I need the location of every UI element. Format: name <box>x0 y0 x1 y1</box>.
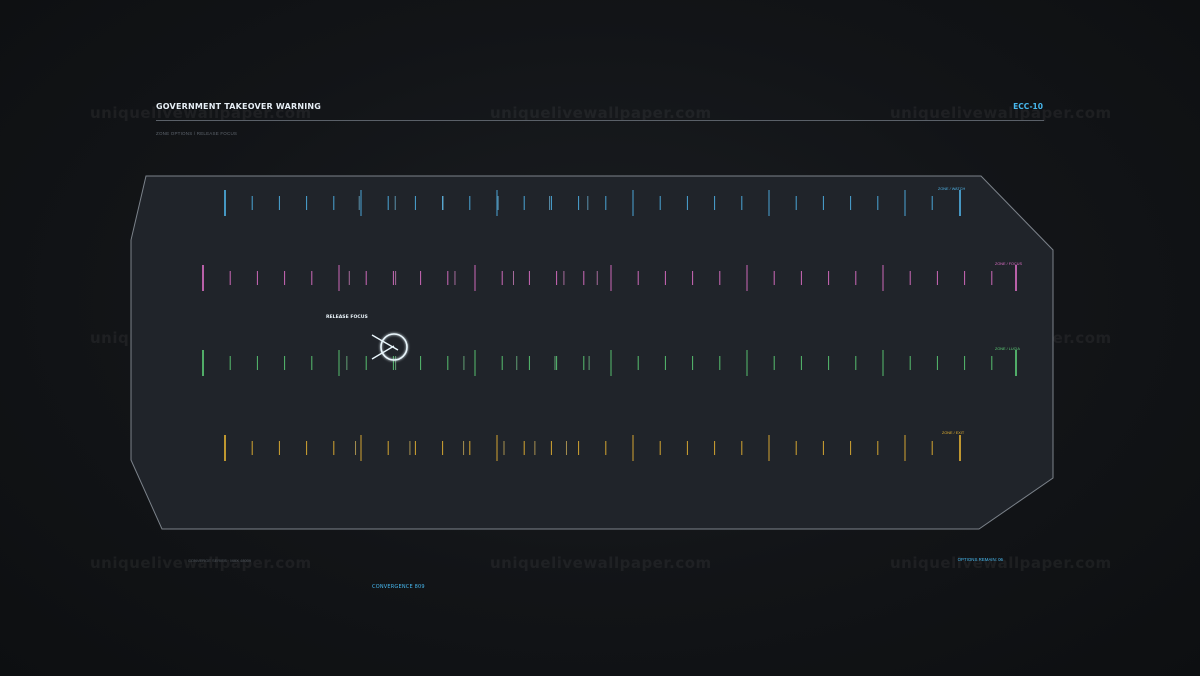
track-label-lucia: ZONE / LUCIA <box>995 347 1020 351</box>
track-label-exit: ZONE / EXIT <box>942 431 965 435</box>
footer-options: OPTIONS REMAIN: 06 <box>957 557 1003 562</box>
timeline-panel <box>130 175 1054 530</box>
track-label-focus: ZONE / FOCUS <box>995 262 1023 266</box>
release-focus-label: RELEASE FOCUS <box>326 315 368 320</box>
footer-series: CONVERGE SERIES · MAX 48009 <box>188 558 252 563</box>
convergence-readout: CONVERGENCE 809 <box>372 584 425 590</box>
track-label-watch: ZONE / WATCH <box>938 187 966 191</box>
